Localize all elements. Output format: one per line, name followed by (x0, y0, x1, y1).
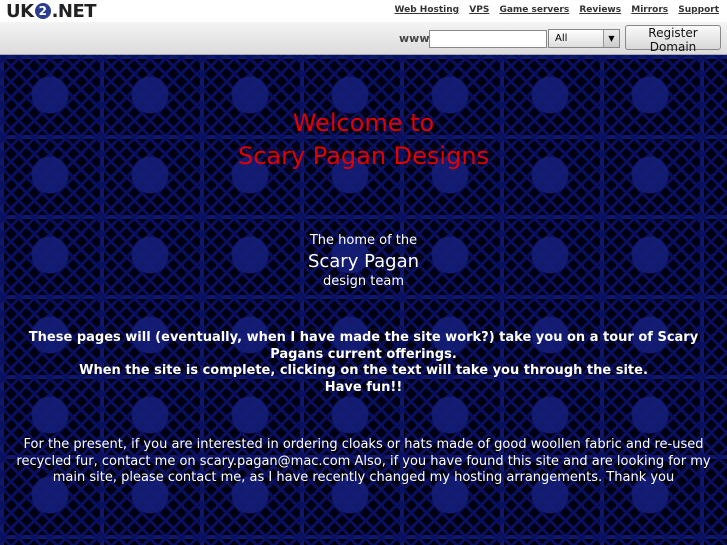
uk2-logo[interactable]: UK 2 .NET (6, 1, 97, 22)
intro-line-2: Scary Pagan (307, 251, 420, 272)
tour-text: These pages will (eventually, when I hav… (4, 330, 723, 396)
tour-line-2: When the site is complete, clicking on t… (79, 363, 648, 378)
nav-support[interactable]: Support (678, 5, 719, 15)
title-line-1: Welcome to (292, 109, 435, 137)
domain-search-input[interactable] (429, 30, 547, 48)
page-title: Welcome to Scary Pagan Designs (0, 107, 727, 173)
tld-select[interactable]: All ▼ (548, 29, 620, 48)
intro-line-1: The home of the (309, 233, 418, 248)
tld-select-value: All (555, 33, 568, 44)
tour-line-1: These pages will (eventually, when I hav… (28, 330, 699, 362)
logo-text-net: .NET (51, 1, 97, 22)
nav-web-hosting[interactable]: Web Hosting (395, 5, 460, 15)
nav-mirrors[interactable]: Mirrors (631, 5, 668, 15)
title-line-2: Scary Pagan Designs (237, 142, 490, 170)
nav-vps[interactable]: VPS (469, 5, 489, 15)
nav-game-servers[interactable]: Game servers (499, 5, 569, 15)
present-paragraph: For the present, if you are interested i… (16, 437, 711, 485)
page-body: Welcome to Scary Pagan Designs The home … (0, 55, 727, 545)
intro-block: The home of the Scary Pagan design team (0, 232, 727, 291)
intro-line-3: design team (323, 274, 404, 289)
top-nav: Web Hosting VPS Game servers Reviews Mir… (388, 5, 719, 15)
top-bar: UK 2 .NET Web Hosting VPS Game servers Rev… (0, 0, 727, 22)
nav-reviews[interactable]: Reviews (579, 5, 621, 15)
domain-search-bar: www. All ▼ Register Domain (0, 22, 727, 55)
www-prefix: www. (399, 32, 433, 45)
tour-line-3: Have fun!! (324, 379, 403, 395)
logo-text-uk: UK (6, 1, 34, 22)
register-domain-button[interactable]: Register Domain (625, 25, 721, 54)
chevron-down-icon: ▼ (603, 30, 619, 47)
logo-badge-2: 2 (34, 3, 51, 19)
